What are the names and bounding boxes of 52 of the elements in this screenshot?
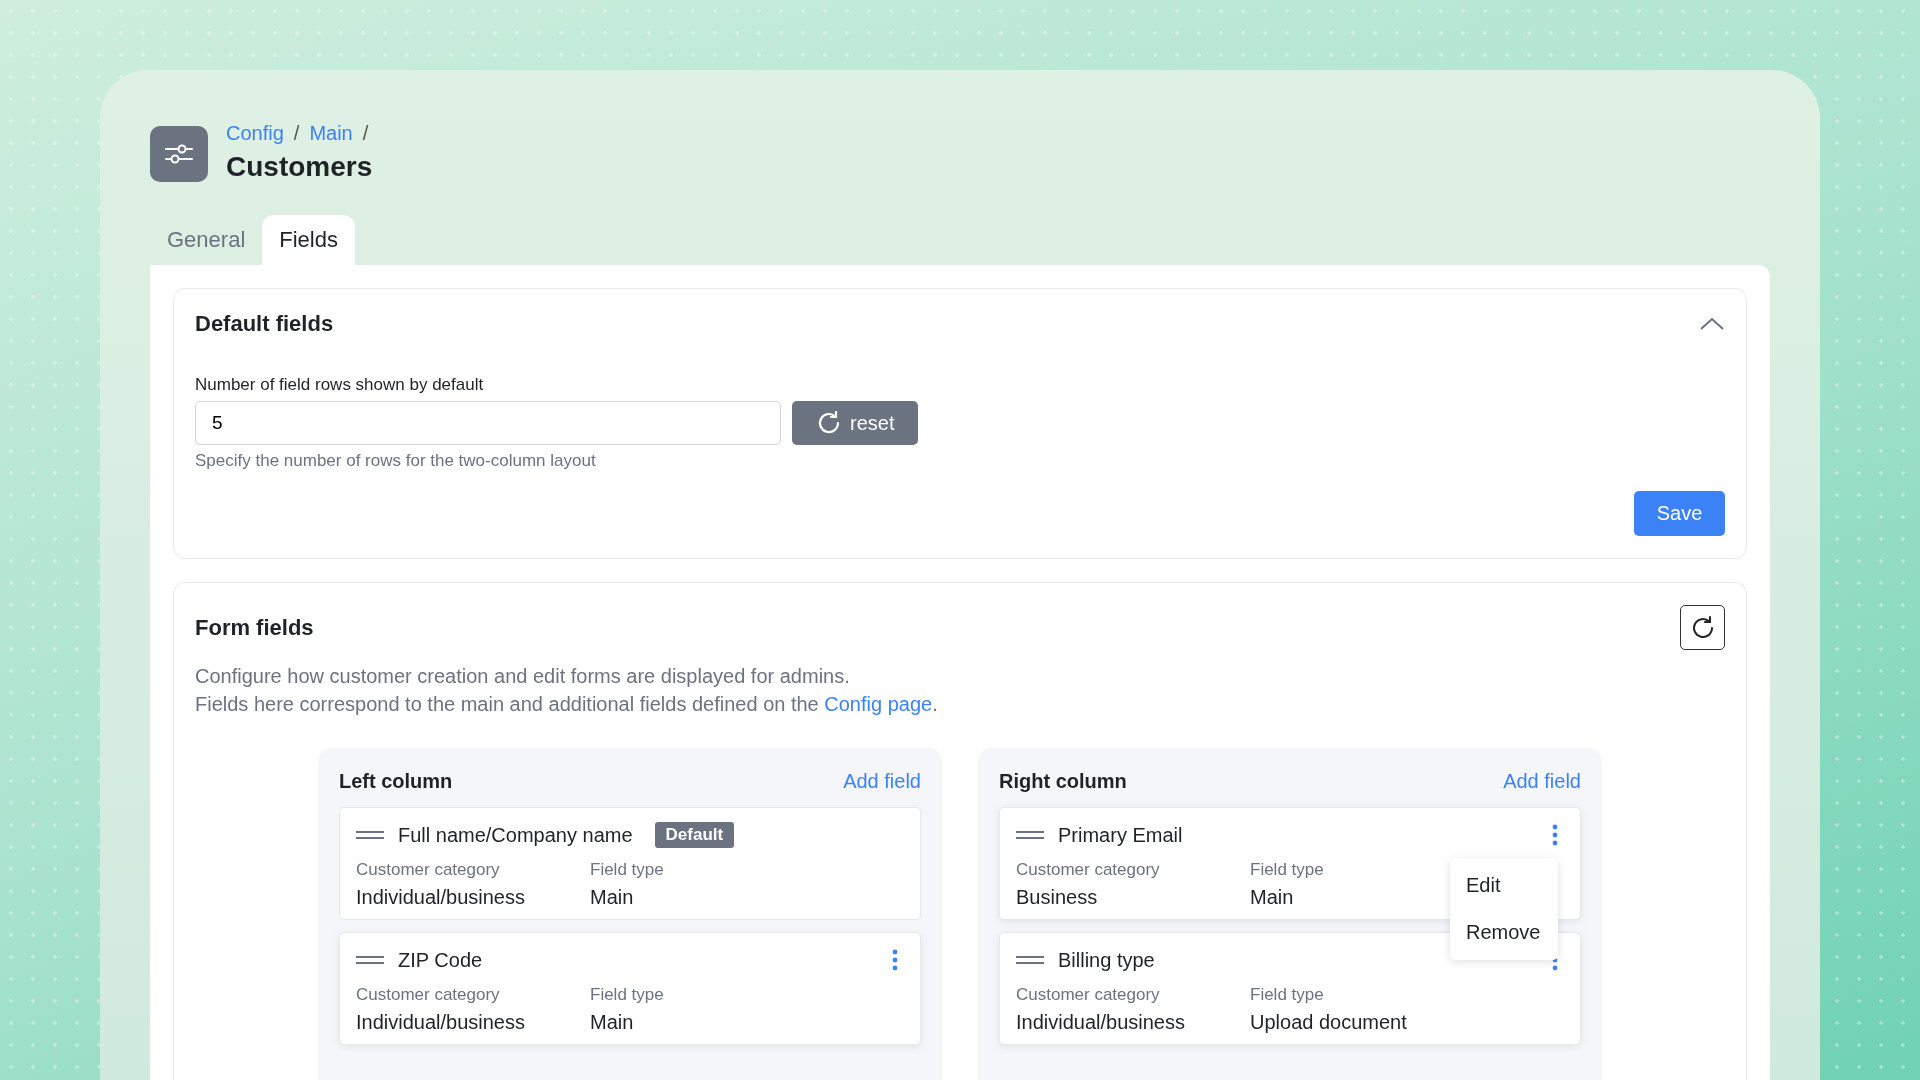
meta-label: Customer category [1016,985,1161,1005]
meta-value: Upload document [1250,1011,1408,1034]
config-page-link[interactable]: Config page [824,693,933,715]
breadcrumb-link[interactable]: Config [226,122,284,145]
reset-button[interactable]: reset [792,401,919,445]
hint-text: Specify the number of rows for the two-column layout [195,451,597,471]
input-field[interactable]: 5 [195,401,781,445]
menu-item[interactable]: Edit [1450,862,1558,909]
page-title: Customers [226,151,373,183]
save-button[interactable]: Save [1634,491,1725,536]
field-label: Number of field rows shown by default [195,375,485,395]
meta-label: Field type [1250,860,1325,880]
meta-label: Field type [590,860,665,880]
drag-handle-icon[interactable] [1016,830,1044,840]
chevron-up-icon[interactable] [1699,316,1725,332]
sliders-icon [150,126,208,182]
tab[interactable]: Fields [262,215,355,265]
section-title: Default fields [195,311,334,337]
drag-handle-icon[interactable] [1016,955,1044,965]
add-field-link[interactable]: Add field [1503,770,1581,793]
field-name: ZIP Code [398,948,483,972]
drag-handle-icon[interactable] [356,830,384,840]
refresh-icon [816,410,842,436]
section-title: Form fields [195,614,314,641]
menu-item[interactable]: Remove [1450,909,1558,956]
meta-value: Main [590,886,635,909]
column-title: Right column [999,770,1127,793]
breadcrumb-separator: / [293,122,300,145]
meta-value: Business [1016,886,1099,909]
meta-value: Individual/business [1016,1011,1186,1034]
description-text: Fields here correspond to the main and additional fields defined on the Config page. [195,692,939,717]
description-text: Configure how customer creation and edit forms are displayed for admins. [195,664,851,689]
refresh-button[interactable] [1680,605,1725,650]
meta-value: Main [1250,886,1295,909]
meta-label: Customer category [1016,860,1161,880]
meta-label: Customer category [356,985,501,1005]
meta-value: Individual/business [356,886,526,909]
breadcrumb-link[interactable]: Main [309,122,353,145]
meta-label: Field type [1250,985,1325,1005]
tab[interactable]: General [150,215,263,265]
meta-value: Main [590,1011,635,1034]
breadcrumb-separator: / [362,122,369,145]
field-name: Billing type [1058,948,1155,972]
column-title: Left column [339,770,453,793]
field-name: Full name/Company name [398,823,633,847]
add-field-link[interactable]: Add field [843,770,921,793]
field-name: Primary Email [1058,823,1183,847]
default-badge: Default [654,822,735,848]
drag-handle-icon[interactable] [356,955,384,965]
meta-value: Individual/business [356,1011,526,1034]
meta-label: Customer category [356,860,501,880]
meta-label: Field type [590,985,665,1005]
